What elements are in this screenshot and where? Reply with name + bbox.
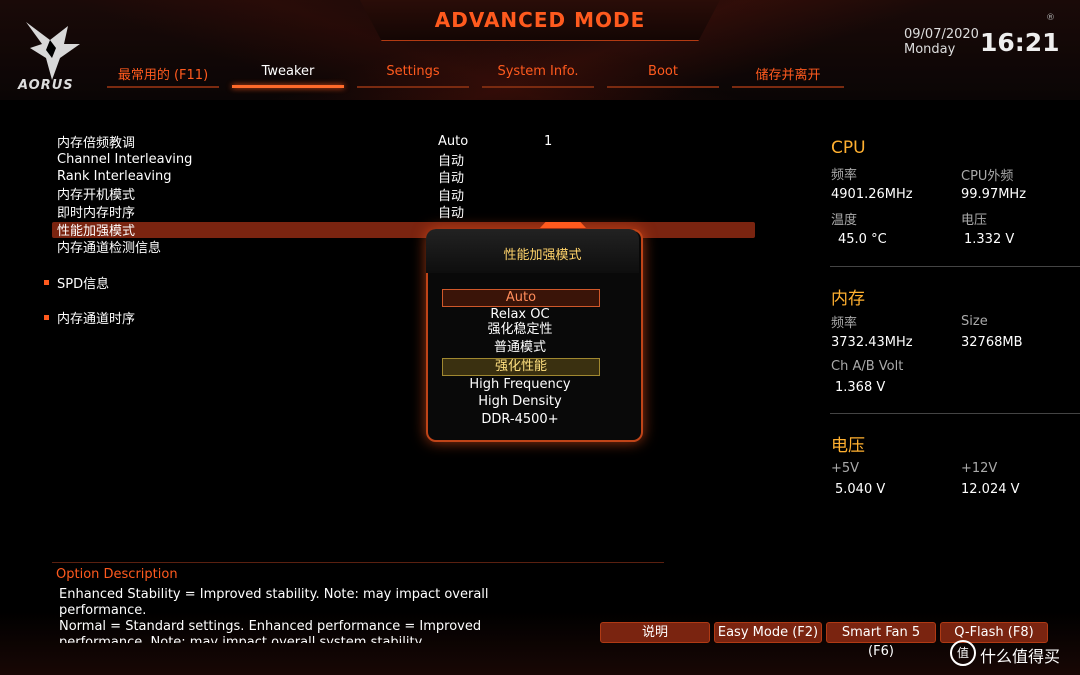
bullet-icon <box>44 280 49 285</box>
tab-label: System Info. <box>497 64 579 79</box>
description-line: performance. <box>59 603 147 618</box>
help-button[interactable]: 说明 <box>600 622 710 643</box>
option-description-title: Option Description <box>56 567 178 582</box>
date-text: 09/07/2020 <box>904 27 979 42</box>
submenu-channel-timing[interactable]: 内存通道时序 <box>57 308 135 327</box>
tab-label: 储存并离开 <box>755 68 821 83</box>
easy-mode-button[interactable]: Easy Mode (F2) <box>714 622 822 643</box>
v12-label: +12V <box>961 461 998 476</box>
setting-memory-boot-mode[interactable]: 内存开机模式 <box>57 184 135 203</box>
tab-underline <box>607 86 719 88</box>
mem-freq-label: 频率 <box>831 316 858 331</box>
cpu-volt-label: 电压 <box>961 213 988 228</box>
setting-value[interactable]: 自动 <box>438 167 464 186</box>
tab-underline <box>482 86 594 88</box>
setting-channel-interleaving[interactable]: Channel Interleaving <box>57 152 192 167</box>
tab-label: Tweaker <box>261 64 315 79</box>
setting-channel-detect-info[interactable]: 内存通道检测信息 <box>57 237 161 256</box>
v5-label: +5V <box>831 461 860 476</box>
tab-underline <box>732 86 844 88</box>
tab-system-info[interactable]: System Info. <box>482 64 594 88</box>
option-ddr-4500[interactable]: DDR-4500+ <box>442 412 598 428</box>
option-relax-oc[interactable]: Relax OC <box>442 307 598 323</box>
cpu-temp-label: 温度 <box>831 213 858 228</box>
description-line: performance. Note: may impact overall sy… <box>59 635 423 643</box>
tab-favorites[interactable]: 最常用的 (F11) <box>107 64 219 88</box>
tab-underline <box>232 85 344 88</box>
cpu-temp-value: 45.0 °C <box>838 232 887 247</box>
submenu-spd-info[interactable]: SPD信息 <box>57 273 109 292</box>
option-enhanced-performance[interactable]: 强化性能 <box>442 358 600 376</box>
weekday-text: Monday <box>904 42 956 57</box>
option-high-frequency[interactable]: High Frequency <box>442 377 598 393</box>
bullet-icon <box>44 315 49 320</box>
setting-value[interactable]: 自动 <box>438 202 464 221</box>
setting-realtime-timing[interactable]: 即时内存时序 <box>57 202 135 221</box>
tab-underline <box>107 86 219 88</box>
tab-label: Settings <box>386 64 440 79</box>
logo-text: AORUS <box>18 78 74 93</box>
smart-fan-button[interactable]: Smart Fan 5 (F6) <box>826 622 936 659</box>
tab-label: Boot <box>648 64 678 79</box>
memory-section-title: 内存 <box>831 289 865 309</box>
date-display: 09/07/2020 Monday <box>904 27 979 57</box>
tab-tweaker[interactable]: Tweaker <box>232 64 344 88</box>
section-divider <box>830 413 1080 414</box>
cpu-section-title: CPU <box>831 138 866 158</box>
option-normal[interactable]: 普通模式 <box>442 340 598 356</box>
mem-size-label: Size <box>961 314 988 329</box>
tab-save-exit[interactable]: 储存并离开 <box>732 64 844 88</box>
popup-notch <box>540 222 586 228</box>
voltage-section-title: 电压 <box>831 436 865 456</box>
tab-underline <box>357 86 469 88</box>
section-divider <box>830 266 1080 267</box>
mem-volt-label: Ch A/B Volt <box>831 359 904 374</box>
registered-mark: ® <box>1046 13 1055 23</box>
mem-volt-value: 1.368 V <box>835 380 886 395</box>
tab-boot[interactable]: Boot <box>607 64 719 88</box>
description-line: Enhanced Stability = Improved stability.… <box>59 587 489 602</box>
cpu-volt-value: 1.332 V <box>964 232 1015 247</box>
option-enhanced-stability[interactable]: 强化稳定性 <box>442 322 598 338</box>
q-flash-button[interactable]: Q-Flash (F8) <box>940 622 1048 643</box>
option-auto[interactable]: Auto <box>442 289 600 307</box>
v12-value: 12.024 V <box>961 482 1020 497</box>
setting-value[interactable]: Auto <box>438 134 468 149</box>
popup-title: 性能加强模式 <box>503 248 582 263</box>
watermark-text: 什么值得买 <box>980 647 1061 666</box>
setting-rank-interleaving[interactable]: Rank Interleaving <box>57 169 172 184</box>
description-divider <box>52 562 664 563</box>
cpu-ext-label: CPU外频 <box>961 169 1014 184</box>
setting-value-extra: 1 <box>544 134 553 149</box>
cpu-freq-value: 4901.26MHz <box>831 187 913 202</box>
clock: 16:21 <box>980 28 1060 57</box>
watermark-logo-icon: 值 <box>950 640 976 666</box>
tab-settings[interactable]: Settings <box>357 64 469 88</box>
mem-freq-value: 3732.43MHz <box>831 335 913 350</box>
option-high-density[interactable]: High Density <box>442 394 598 410</box>
description-line: Normal = Standard settings. Enhanced per… <box>59 619 482 634</box>
setting-memory-multiplier[interactable]: 内存倍频教调 <box>57 132 135 151</box>
tab-label: 最常用的 (F11) <box>117 68 209 83</box>
selected-row-highlight <box>52 222 755 238</box>
mode-title: ADVANCED MODE <box>434 8 646 32</box>
cpu-ext-value: 99.97MHz <box>961 187 1027 202</box>
mem-size-value: 32768MB <box>961 335 1023 350</box>
v5-value: 5.040 V <box>835 482 886 497</box>
cpu-freq-label: 频率 <box>831 168 858 183</box>
